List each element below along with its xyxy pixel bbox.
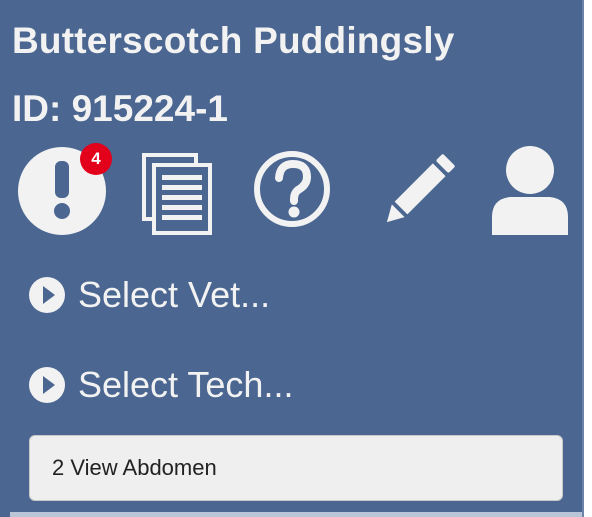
select-tech-label: Select Tech... bbox=[78, 364, 294, 405]
user-icon bbox=[492, 146, 568, 235]
patient-panel: Butterscotch Puddingsly ID: 915224-1 4 S… bbox=[0, 0, 584, 517]
documents-icon bbox=[142, 153, 212, 235]
patient-name: Butterscotch Puddingsly bbox=[12, 20, 455, 61]
help-button[interactable] bbox=[252, 143, 336, 239]
alert-count-badge: 4 bbox=[80, 143, 112, 175]
play-circle-icon bbox=[29, 277, 65, 313]
toolbar: 4 bbox=[18, 143, 578, 239]
user-button[interactable] bbox=[488, 143, 572, 239]
alerts-button[interactable]: 4 bbox=[18, 143, 118, 239]
select-vet-dropdown[interactable]: Select Vet... bbox=[28, 267, 270, 323]
procedure-field[interactable]: 2 View Abdomen bbox=[29, 435, 563, 501]
pencil-icon bbox=[386, 154, 455, 223]
question-circle-icon bbox=[254, 151, 330, 227]
select-vet-label: Select Vet... bbox=[78, 274, 271, 315]
divider bbox=[10, 512, 582, 517]
edit-button[interactable] bbox=[376, 143, 460, 239]
play-circle-icon bbox=[29, 367, 65, 403]
select-tech-dropdown[interactable]: Select Tech... bbox=[28, 357, 293, 413]
documents-button[interactable] bbox=[138, 143, 218, 239]
patient-id: ID: 915224-1 bbox=[12, 88, 228, 129]
